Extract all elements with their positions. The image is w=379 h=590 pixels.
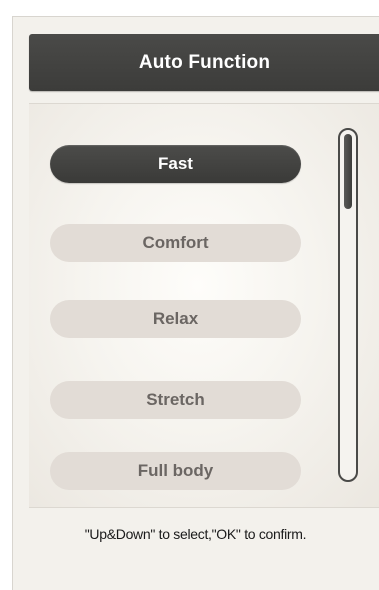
scrollbar-thumb[interactable]	[344, 134, 352, 209]
menu-item-label: Relax	[152, 309, 199, 328]
auto-function-list: Fast Comfort Relax Stretch Full body	[29, 103, 379, 508]
instruction-text: "Up&Down" to select,"OK" to confirm.	[84, 526, 307, 542]
scrollbar[interactable]	[338, 128, 358, 482]
menu-item-label: Stretch	[146, 390, 205, 409]
menu-item-comfort[interactable]: Comfort	[50, 224, 301, 262]
menu-item-full-body[interactable]: Full body	[50, 452, 301, 490]
menu-item-label: Comfort	[142, 233, 209, 252]
title-bar: Auto Function	[29, 34, 379, 91]
device-screen: Auto Function Fast Comfort Relax Stretch…	[12, 16, 379, 590]
menu-item-stretch[interactable]: Stretch	[50, 381, 301, 419]
page-title: Auto Function	[138, 51, 271, 73]
menu-item-fast[interactable]: Fast	[50, 145, 301, 183]
menu-item-label: Fast	[158, 154, 193, 173]
menu-item-label: Full body	[137, 461, 214, 480]
menu-item-relax[interactable]: Relax	[50, 300, 301, 338]
